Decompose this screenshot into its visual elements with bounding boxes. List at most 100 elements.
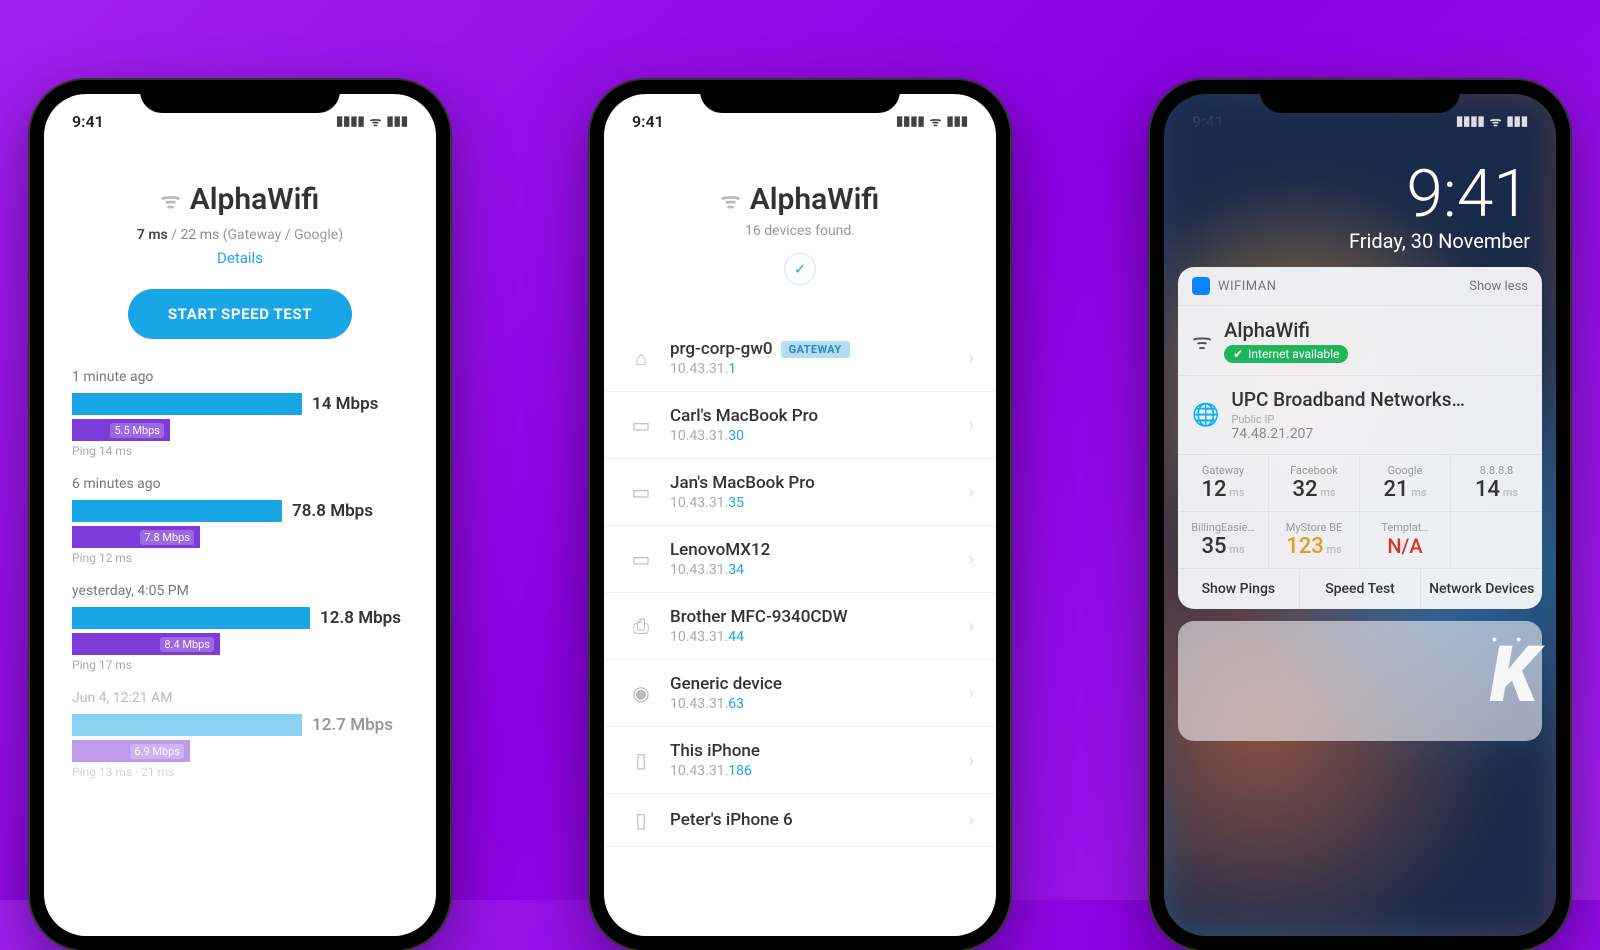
device-ip: 10.43.31.35 (670, 495, 969, 511)
widget-app-name: WIFIMAN (1218, 279, 1277, 294)
ping-label: Facebook (1273, 464, 1355, 477)
devices-found-text: 16 devices found. (624, 223, 976, 239)
app-icon (1192, 277, 1210, 295)
ping-label: MyStore BE (1273, 521, 1355, 534)
device-icon: ◉ (626, 681, 656, 705)
device-ip: 10.43.31.30 (670, 428, 969, 444)
download-value: 14 Mbps (312, 394, 378, 414)
ping-grid: Gateway12 ms Facebook32 msGoogle21 ms 8.8.… (1178, 455, 1542, 568)
upload-bar: 8.4 Mbps (72, 633, 220, 655)
device-name: Jan's MacBook Pro (670, 473, 815, 493)
device-name: Brother MFC-9340CDW (670, 607, 848, 627)
device-row[interactable]: ◉Generic device10.43.31.63› (604, 660, 996, 727)
status-time: 9:41 (72, 112, 104, 131)
widget-isp-row[interactable]: 🌐 UPC Broadband Networks… Public IP 74.4… (1178, 376, 1542, 455)
upload-value: 5.5 Mbps (110, 423, 164, 438)
isp-name: UPC Broadband Networks… (1231, 388, 1465, 411)
device-name: This iPhone (670, 741, 760, 761)
device-ip: 10.43.31.34 (670, 562, 969, 578)
ping-value: 35 ms (1182, 534, 1264, 559)
status-icons: ▮▮▮▮ ᯤ ▮▮▮ (336, 112, 408, 130)
ping-note: Ping 12 ms (72, 551, 408, 565)
start-speed-test-button[interactable]: START SPEED TEST (128, 289, 352, 339)
widget-network-row[interactable]: ᯤ AlphaWifi ✔ Internet available (1178, 306, 1542, 376)
ping-note: Ping 13 ms · 21 ms (72, 765, 408, 779)
device-row[interactable]: ▯Peter's iPhone 6› (604, 794, 996, 847)
status-icons: ▮▮▮▮ ᯤ ▮▮▮ (1456, 112, 1528, 130)
show-less-button[interactable]: Show less (1469, 279, 1528, 294)
device-name: prg-corp-gw0 (670, 339, 773, 359)
ping-cell: BillingEasie…35 ms (1178, 512, 1269, 568)
device-ip: 10.43.31.63 (670, 696, 969, 712)
ping-label: Gateway (1182, 464, 1264, 477)
wifi-icon: ᯤ (721, 185, 741, 215)
device-row[interactable]: ▭Carl's MacBook Pro10.43.31.30› (604, 392, 996, 459)
details-link[interactable]: Details (217, 249, 263, 267)
widget-action-button[interactable]: Network Devices (1421, 569, 1542, 609)
history-item[interactable]: 6 minutes ago78.8 Mbps7.8 MbpsPing 12 ms (72, 476, 408, 565)
widget-action-button[interactable]: Speed Test (1300, 569, 1422, 609)
lockscreen-date: Friday, 30 November (1178, 229, 1542, 253)
upload-value: 7.8 Mbps (140, 530, 194, 545)
history-item[interactable]: 1 minute ago14 Mbps5.5 MbpsPing 14 ms (72, 369, 408, 458)
device-row[interactable]: ▯This iPhone10.43.31.186› (604, 727, 996, 794)
download-value: 12.8 Mbps (320, 608, 401, 628)
download-value: 78.8 Mbps (292, 501, 373, 521)
device-row[interactable]: ▭ LenovoMX12 10.43.31.34› (604, 526, 996, 593)
ping-value: 123 ms (1273, 534, 1355, 559)
device-row[interactable]: ⌂prg-corp-gw0GATEWAY10.43.31.1› (604, 325, 996, 392)
device-row[interactable]: ▭Jan's MacBook Pro10.43.31.35› (604, 459, 996, 526)
history-item[interactable]: Jun 4, 12:21 AM12.7 Mbps6.9 MbpsPing 13 … (72, 690, 408, 779)
network-title: ᯤ AlphaWifi (161, 182, 320, 217)
ping-value: 32 ms (1273, 477, 1355, 502)
status-time: 9:41 (632, 112, 664, 131)
phone-device-list: 9:41 ▮▮▮▮ ᯤ ▮▮▮ ᯤ AlphaWifi 16 devices f… (590, 80, 1010, 950)
laptop-icon: ▭ (626, 547, 656, 571)
chevron-right-icon: › (969, 810, 974, 831)
laptop-icon: ▭ (626, 413, 656, 437)
ping-value: 21 ms (1364, 477, 1446, 502)
status-badge: ✔ Internet available (1224, 345, 1348, 363)
wifi-icon: ᯤ (161, 185, 181, 215)
ping-cell: Google21 ms (1360, 455, 1451, 512)
ping-cell: Gateway12 ms (1178, 455, 1269, 512)
network-name: AlphaWifi (750, 182, 880, 217)
device-name: LenovoMX12 (670, 540, 770, 560)
router-icon: ⌂ (626, 346, 656, 371)
device-ip: 10.43.31.1 (670, 361, 969, 377)
phone-speed-test: 9:41 ▮▮▮▮ ᯤ ▮▮▮ ᯤ AlphaWifi 7 ms / 22 ms… (30, 80, 450, 950)
wifi-icon: ᯤ (1490, 112, 1502, 130)
upload-value: 8.4 Mbps (160, 637, 214, 652)
device-name: Generic device (670, 674, 782, 694)
upload-bar: 5.5 Mbps (72, 419, 170, 441)
ping-label: Templat… (1364, 521, 1446, 534)
speed-test-history: 1 minute ago14 Mbps5.5 MbpsPing 14 ms6 m… (72, 369, 408, 779)
chevron-right-icon: › (969, 750, 974, 771)
globe-icon: 🌐 (1192, 403, 1219, 428)
signal-icon: ▮▮▮▮ (336, 114, 365, 129)
widget-action-button[interactable]: Show Pings (1178, 569, 1300, 609)
upload-value: 6.9 Mbps (130, 744, 184, 759)
phone-widget: 9:41 ▮▮▮▮ ᯤ ▮▮▮ 9:41 Friday, 30 November… (1150, 80, 1570, 950)
download-bar (72, 393, 302, 415)
download-bar (72, 607, 310, 629)
wifiman-widget: WIFIMAN Show less ᯤ AlphaWifi ✔ Internet… (1178, 267, 1542, 609)
ping-label: 8.8.8.8 (1455, 464, 1538, 477)
wifi-icon: ᯤ (930, 112, 942, 130)
upload-bar: 7.8 Mbps (72, 526, 200, 548)
chevron-right-icon: › (969, 549, 974, 570)
ping-label: BillingEasie… (1182, 521, 1264, 534)
secondary-widget (1178, 621, 1542, 741)
chevron-right-icon: › (969, 348, 974, 369)
device-row[interactable]: ⎙Brother MFC-9340CDW10.43.31.44› (604, 593, 996, 660)
history-item[interactable]: yesterday, 4:05 PM12.8 Mbps8.4 MbpsPing … (72, 583, 408, 672)
widget-buttons: Show PingsSpeed TestNetwork Devices (1178, 568, 1542, 609)
device-list[interactable]: ⌂prg-corp-gw0GATEWAY10.43.31.1›▭Carl's M… (604, 325, 996, 847)
network-title: ᯤ AlphaWifi (721, 182, 880, 217)
signal-icon: ▮▮▮▮ (896, 114, 925, 129)
chevron-right-icon: › (969, 482, 974, 503)
device-name: Peter's iPhone 6 (670, 810, 793, 830)
public-ip-label: Public IP (1231, 413, 1465, 426)
battery-icon: ▮▮▮ (947, 114, 968, 129)
ping-cell: MyStore BE123 ms (1269, 512, 1360, 568)
